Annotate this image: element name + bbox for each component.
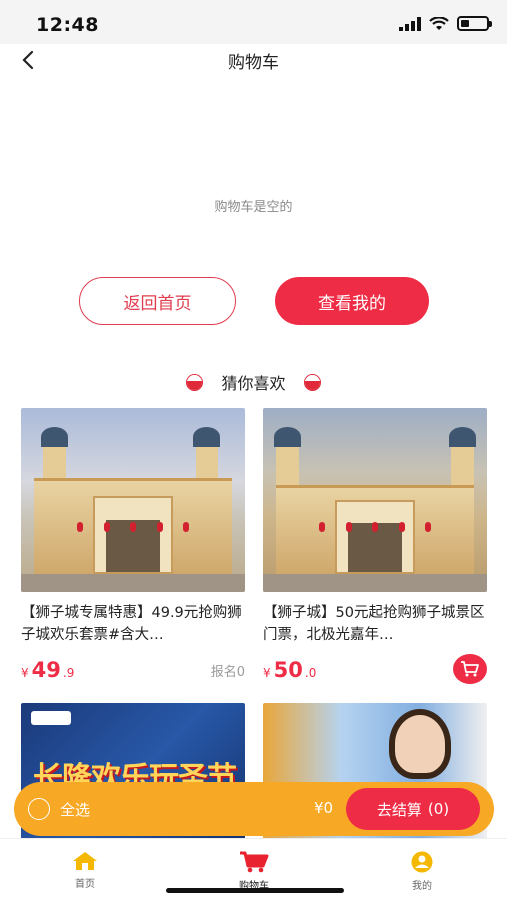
checkout-button[interactable]: 去结算 (0)	[346, 788, 480, 830]
product-price: ¥49.9	[21, 658, 75, 682]
cart-icon	[461, 661, 479, 677]
tab-home[interactable]: 首页	[45, 851, 125, 890]
home-indicator	[166, 888, 344, 893]
product-image	[21, 408, 245, 592]
sold-count: 报名0	[210, 665, 245, 680]
view-mine-button[interactable]: 查看我的	[275, 277, 429, 325]
nav-bar: 购物车	[0, 44, 507, 76]
wifi-icon	[429, 16, 449, 30]
status-icons	[399, 16, 492, 31]
select-all-toggle[interactable]: 全选	[28, 798, 90, 820]
tab-home-label: 首页	[75, 879, 95, 890]
add-to-cart-button[interactable]	[453, 654, 487, 684]
recommend-header: 猜你喜欢	[0, 370, 507, 394]
price-row: ¥50.0	[263, 654, 487, 684]
back-to-home-button[interactable]: 返回首页	[79, 277, 236, 325]
battery-icon	[457, 16, 492, 31]
decor-dot-icon	[303, 373, 321, 391]
product-title: 【狮子城专属特惠】49.9元抢购狮子城欢乐套票#含大…	[21, 605, 242, 643]
home-icon	[73, 852, 97, 870]
cart-icon	[240, 851, 269, 873]
tab-mine-label: 我的	[412, 881, 432, 892]
status-bar: 12:48	[0, 0, 507, 44]
checkout-count: (0)	[427, 800, 450, 818]
status-time: 12:48	[36, 14, 99, 36]
product-image	[263, 408, 487, 592]
select-all-label: 全选	[60, 800, 91, 819]
product-card[interactable]: 【狮子城】50元起抢购狮子城景区门票，北极光嘉年… ¥50.0	[263, 408, 487, 684]
cart-total: ¥0	[314, 799, 334, 817]
checkout-bar: 全选 ¥0 去结算 (0)	[14, 782, 494, 836]
user-icon	[411, 851, 433, 873]
tab-cart[interactable]: 购物车	[214, 851, 294, 892]
product-price: ¥50.0	[263, 658, 317, 682]
product-card[interactable]: 【狮子城专属特惠】49.9元抢购狮子城欢乐套票#含大… ¥49.9 报名0	[21, 408, 245, 682]
checkout-label: 去结算	[376, 800, 422, 819]
price-row: ¥49.9 报名0	[21, 656, 245, 682]
decor-dot-icon	[186, 373, 204, 391]
product-title: 【狮子城】50元起抢购狮子城景区门票，北极光嘉年…	[263, 605, 485, 643]
page-title: 购物车	[228, 53, 279, 73]
battery-fill	[461, 20, 469, 27]
recommend-title: 猜你喜欢	[221, 374, 286, 393]
tab-mine[interactable]: 我的	[382, 851, 462, 892]
radio-unchecked-icon[interactable]	[28, 798, 50, 820]
signal-icon	[399, 16, 421, 31]
empty-cart-message: 购物车是空的	[214, 200, 293, 215]
